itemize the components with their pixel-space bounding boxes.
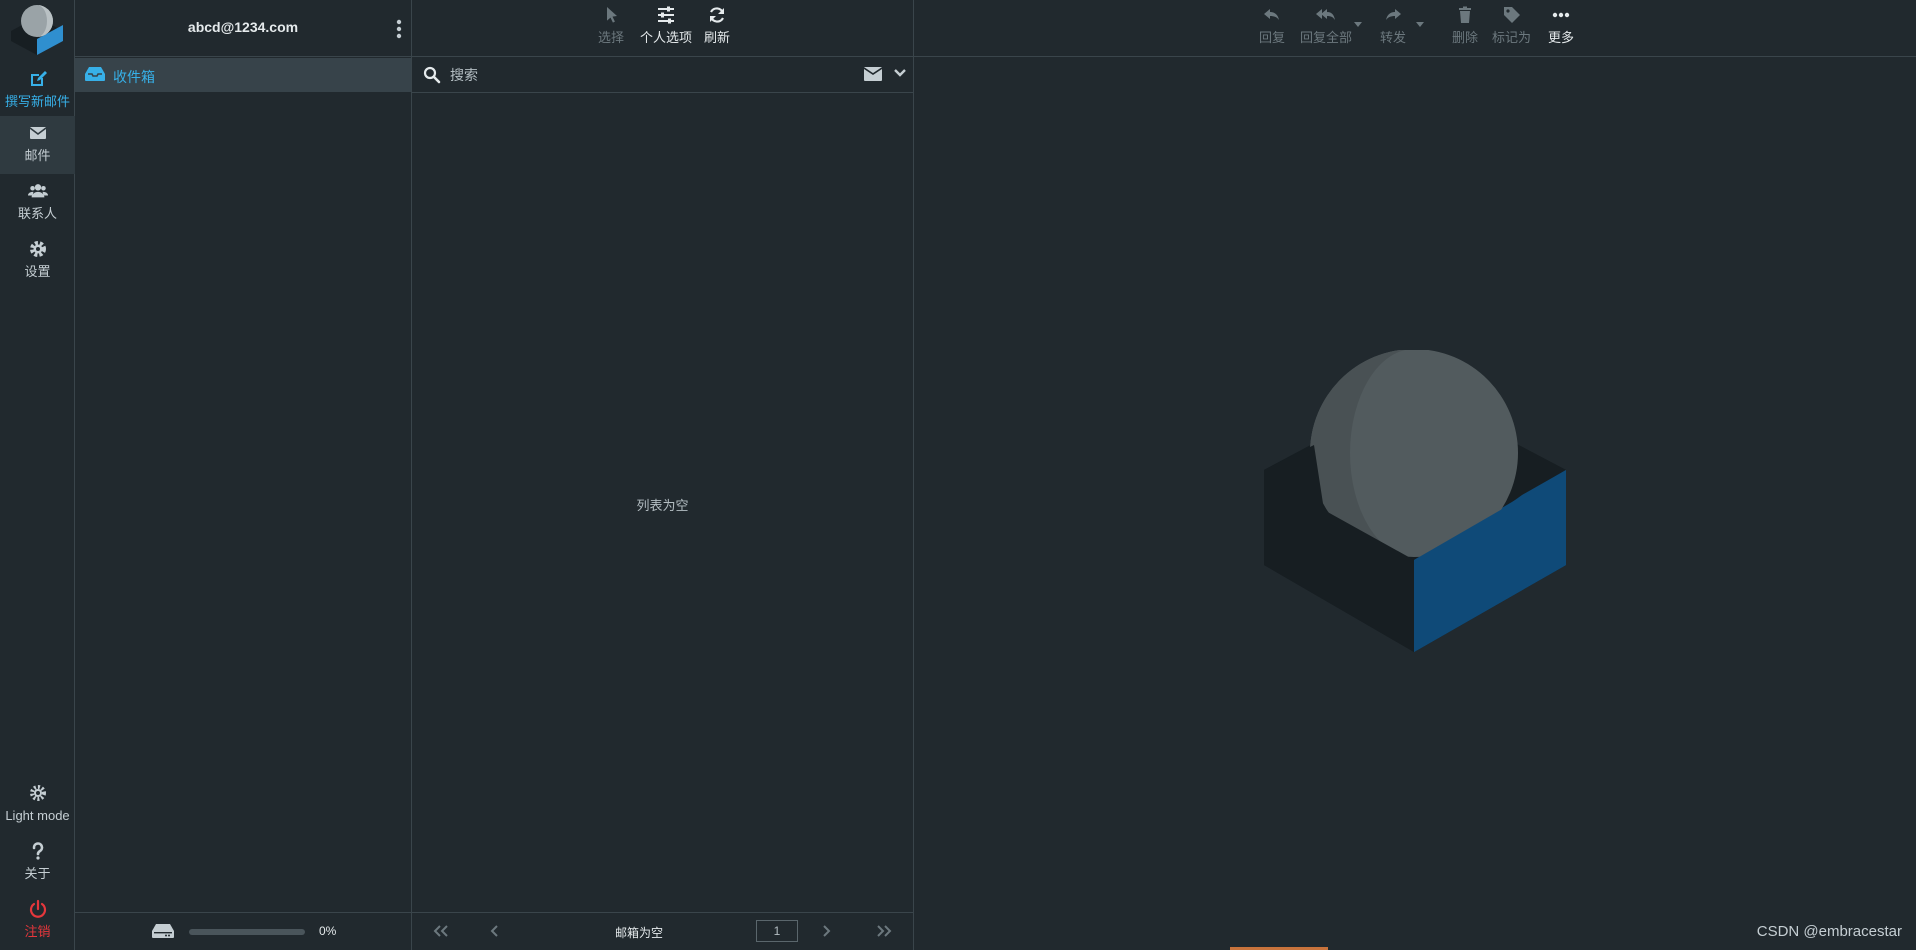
- pagination-status: 邮箱为空: [615, 926, 664, 940]
- hard-drive-icon: [152, 924, 174, 938]
- more-label: 更多: [1548, 30, 1575, 45]
- search-icon[interactable]: [423, 66, 441, 84]
- quota-bar: [189, 929, 305, 935]
- logout-label: 注销: [24, 924, 51, 939]
- pointer-icon: [607, 7, 617, 23]
- power-icon: [0, 899, 75, 925]
- compose-button[interactable]: 撰写新邮件: [0, 62, 75, 118]
- users-icon: [0, 181, 75, 207]
- mail-label: 邮件: [24, 148, 51, 163]
- message-toolbar: 回复 回复全部 转发 删除 标记为 更多: [914, 0, 1916, 57]
- folder-item-inbox[interactable]: 收件箱: [75, 58, 411, 92]
- next-page-icon[interactable]: [821, 925, 831, 937]
- roundcube-watermark-logo: [1264, 350, 1566, 652]
- quota-indicator: 0%: [75, 912, 411, 950]
- reply-all-icon: [1316, 9, 1335, 20]
- mark-button[interactable]: 标记为: [1492, 6, 1531, 46]
- refresh-label: 刷新: [704, 30, 731, 45]
- pagination-bar: 邮箱为空: [412, 912, 913, 950]
- vertical-dots-menu-icon[interactable]: [395, 18, 403, 40]
- account-header: abcd@1234.com: [75, 0, 411, 57]
- delete-label: 删除: [1452, 30, 1479, 45]
- mark-label: 标记为: [1492, 30, 1532, 45]
- message-content-panel: 回复 回复全部 转发 删除 标记为 更多 CSDN @embracestar: [914, 0, 1916, 950]
- page-number-input[interactable]: [756, 920, 798, 942]
- forward-label: 转发: [1380, 30, 1407, 45]
- reply-icon: [1264, 9, 1279, 20]
- roundcube-logo[interactable]: [8, 3, 66, 55]
- mail-nav-button[interactable]: 邮件: [0, 116, 75, 174]
- envelope-icon: [0, 123, 75, 149]
- sun-icon: [0, 783, 75, 809]
- csdn-watermark: CSDN @embracestar: [1756, 923, 1902, 940]
- search-bar: [412, 57, 913, 93]
- envelope-filter-icon[interactable]: [864, 67, 882, 81]
- about-label: 关于: [24, 866, 51, 881]
- sliders-icon: [658, 6, 674, 24]
- delete-button[interactable]: 删除: [1452, 6, 1478, 46]
- search-input[interactable]: [448, 63, 748, 87]
- select-button[interactable]: 选择: [598, 6, 624, 46]
- more-button[interactable]: 更多: [1548, 6, 1574, 46]
- reply-all-dropdown-caret[interactable]: [1354, 22, 1362, 27]
- forward-button[interactable]: 转发: [1380, 6, 1406, 46]
- contacts-label: 联系人: [17, 206, 57, 221]
- contacts-nav-button[interactable]: 联系人: [0, 174, 75, 230]
- message-list-panel: 选择 个人选项 刷新 列表为空 邮箱为空: [412, 0, 914, 950]
- previous-page-icon[interactable]: [490, 925, 500, 937]
- refresh-icon: [709, 7, 725, 23]
- refresh-button[interactable]: 刷新: [704, 6, 730, 46]
- chevron-down-icon[interactable]: [894, 68, 906, 78]
- options-label: 个人选项: [640, 30, 693, 45]
- reply-label: 回复: [1259, 30, 1286, 45]
- quota-percent: 0%: [319, 924, 337, 938]
- gear-icon: [0, 239, 75, 265]
- empty-list-message: 列表为空: [636, 498, 689, 513]
- first-page-icon[interactable]: [433, 925, 449, 937]
- question-icon: [0, 841, 75, 867]
- forward-dropdown-caret[interactable]: [1416, 22, 1424, 27]
- folder-label: 收件箱: [113, 69, 155, 85]
- select-label: 选择: [598, 30, 625, 45]
- reply-button[interactable]: 回复: [1259, 6, 1285, 46]
- light-mode-toggle[interactable]: Light mode: [0, 776, 75, 832]
- horizontal-dots-icon: [1552, 12, 1570, 18]
- forward-icon: [1386, 9, 1401, 20]
- account-email: abcd@1234.com: [187, 19, 299, 35]
- settings-label: 设置: [24, 264, 51, 279]
- compose-icon: [0, 69, 75, 95]
- settings-nav-button[interactable]: 设置: [0, 232, 75, 288]
- light-mode-label: Light mode: [5, 808, 70, 823]
- list-options-button[interactable]: 个人选项: [640, 6, 692, 46]
- logout-button[interactable]: 注销: [0, 892, 75, 948]
- about-button[interactable]: 关于: [0, 834, 75, 890]
- reply-all-label: 回复全部: [1300, 30, 1353, 45]
- last-page-icon[interactable]: [876, 925, 892, 937]
- folder-panel: abcd@1234.com 收件箱 0%: [75, 0, 412, 950]
- inbox-icon: [85, 67, 105, 81]
- trash-icon: [1459, 6, 1471, 23]
- compose-label: 撰写新邮件: [4, 94, 70, 109]
- tag-icon: [1503, 7, 1520, 23]
- reply-all-button[interactable]: 回复全部: [1300, 6, 1352, 46]
- list-toolbar: 选择 个人选项 刷新: [412, 0, 913, 57]
- app-nav-rail: 撰写新邮件 邮件 联系人 设置 Light mode 关于 注销: [0, 0, 75, 950]
